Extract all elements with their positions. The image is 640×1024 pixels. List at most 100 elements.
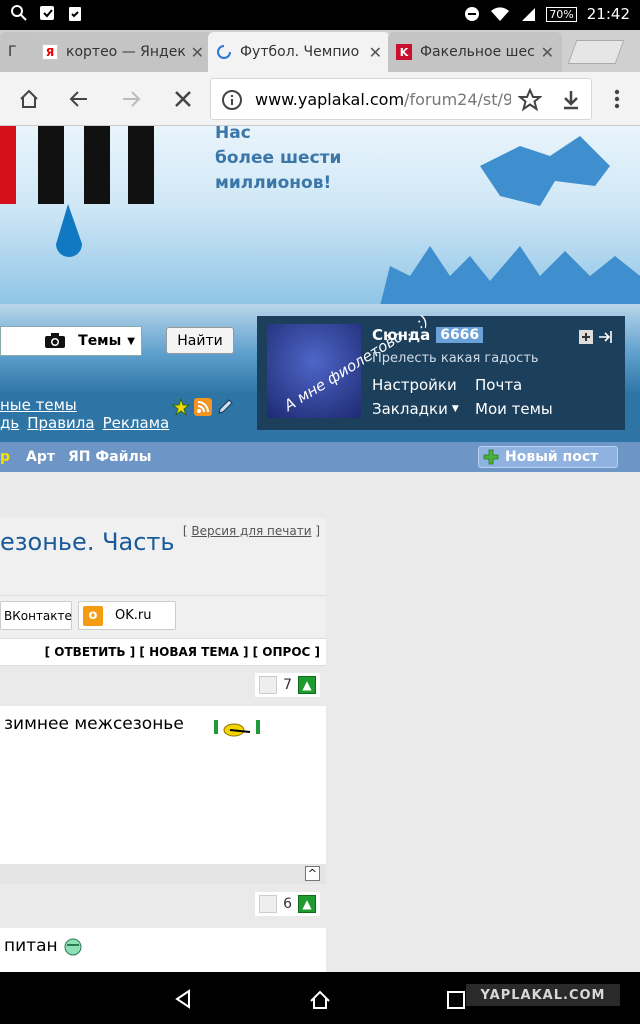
menu-button[interactable]	[600, 82, 634, 116]
site-favicon-icon: K	[396, 44, 412, 60]
yandex-favicon-icon: Я	[42, 44, 58, 60]
scroll-top-icon[interactable]: ^	[304, 866, 320, 881]
tab-torch[interactable]: K Факельное шест ✕	[388, 32, 562, 72]
dropdown-arrow-icon: ▼	[127, 335, 135, 347]
star-icon[interactable]	[172, 398, 190, 416]
site-nav-bar: р Арт ЯП Файлы Новый пост	[0, 442, 640, 472]
url-path: /forum24/st/90	[404, 90, 511, 109]
home-circle-icon[interactable]	[308, 988, 332, 1012]
nav-item-art[interactable]: Арт	[26, 449, 55, 465]
post-body: зимнее межсезонье	[0, 706, 326, 864]
new-topics-link[interactable]: ные темы	[0, 396, 77, 414]
post-text: зимнее межсезонье	[4, 714, 184, 734]
share-vk-button[interactable]: ВКонтакте	[0, 601, 72, 630]
clock: 21:42	[586, 5, 630, 23]
address-bar[interactable]: www.yaplakal.com/forum24/st/90	[210, 78, 592, 120]
user-status: Прелесть какая гадость	[372, 351, 539, 366]
site-banner: Нас более шести миллионов!	[0, 126, 640, 306]
print-version-label: Версия для печати	[191, 524, 312, 538]
share-ok-button[interactable]: о OK.ru	[78, 601, 176, 630]
yaplakal-logo[interactable]	[0, 126, 160, 276]
more-vert-icon	[614, 89, 620, 109]
tab-football-active[interactable]: Футбол. Чемпио ✕	[208, 32, 390, 72]
post-header: 7 ▲	[0, 666, 326, 706]
stop-loading-button[interactable]	[166, 82, 200, 116]
info-icon[interactable]	[221, 89, 243, 111]
new-post-button[interactable]: Новый пост	[478, 446, 618, 468]
bookmarks-label: Закладки	[372, 400, 448, 418]
topic-title: езонье. Часть	[0, 528, 175, 556]
back-button[interactable]	[62, 82, 96, 116]
print-version-link[interactable]: [ Версия для печати ]	[183, 524, 320, 538]
share-bar: ВКонтакте о OK.ru	[0, 596, 326, 638]
post-header: 6 ▲	[0, 884, 326, 928]
recents-square-icon[interactable]	[446, 990, 466, 1010]
forward-button[interactable]	[114, 82, 148, 116]
topic-action-links[interactable]: [ ОТВЕТИТЬ ] [ НОВАЯ ТЕМА ] [ ОПРОС ]	[45, 645, 320, 659]
bookmarks-menu[interactable]: Закладки ▼	[372, 400, 459, 418]
back-triangle-icon[interactable]	[172, 988, 194, 1010]
home-button[interactable]	[12, 82, 46, 116]
vote-count: 7	[283, 677, 292, 693]
wifi-icon	[491, 7, 510, 21]
mail-link[interactable]: Почта	[475, 376, 522, 394]
downvote-button[interactable]	[259, 895, 278, 913]
do-not-disturb-icon	[465, 7, 480, 21]
ads-link[interactable]: Реклама	[103, 414, 170, 432]
tagline-line: Нас	[215, 126, 251, 143]
header-link[interactable]: дь	[0, 414, 19, 432]
avatar[interactable]: А мне фиолетово... :)	[267, 311, 432, 418]
search-icon	[11, 5, 27, 21]
header-icons	[172, 398, 234, 416]
search-scope-select[interactable]: Темы	[78, 333, 121, 349]
tab-yandex[interactable]: Я кортео — Яндекс ✕	[34, 32, 212, 72]
battery-indicator: 70%	[546, 6, 577, 22]
android-navigation-bar: YAPLAKAL.COM	[0, 972, 640, 1024]
close-tab-icon[interactable]: ✕	[191, 43, 204, 62]
topic-header: [ Версия для печати ] езонье. Часть	[0, 518, 326, 596]
rss-icon[interactable]	[194, 398, 212, 416]
site-header: Темы ▼ Найти ные темы дь Правила Реклама…	[0, 304, 640, 442]
my-topics-link[interactable]: Мои темы	[475, 400, 553, 418]
new-tab-button[interactable]	[567, 40, 625, 64]
smiley-icon	[214, 720, 260, 737]
user-info: Сюнда 6666	[372, 326, 484, 344]
nav-item[interactable]: р	[0, 449, 10, 465]
username[interactable]: Сюнда	[372, 326, 430, 344]
search-box[interactable]: Темы ▼	[0, 326, 142, 356]
tab-title: Факельное шест	[420, 44, 535, 60]
upvote-button[interactable]: ▲	[298, 895, 316, 913]
browser-tab-strip: Г Я кортео — Яндекс ✕ Футбол. Чемпио ✕ K…	[0, 30, 640, 72]
rules-link[interactable]: Правила	[27, 414, 94, 432]
new-post-label: Новый пост	[505, 449, 599, 465]
browser-toolbar: www.yaplakal.com/forum24/st/90	[0, 72, 640, 126]
vote-widget: 7 ▲	[255, 673, 320, 697]
close-tab-icon[interactable]: ✕	[369, 43, 382, 62]
web-page: Нас более шести миллионов! Темы ▼ Найти …	[0, 126, 640, 972]
camera-icon[interactable]	[44, 333, 66, 349]
bookmark-star-icon[interactable]	[518, 88, 542, 112]
upvote-button[interactable]: ▲	[298, 676, 316, 694]
plus-icon[interactable]	[579, 330, 593, 344]
user-panel-icons	[579, 330, 613, 344]
close-tab-icon[interactable]: ✕	[541, 43, 554, 62]
arrow-right-icon	[123, 91, 141, 107]
logout-icon[interactable]	[597, 330, 613, 344]
search-button[interactable]: Найти	[166, 327, 234, 354]
pencil-icon[interactable]	[216, 398, 234, 416]
downvote-button[interactable]	[259, 676, 278, 694]
tagline-line: миллионов!	[215, 173, 332, 193]
nav-item-files[interactable]: ЯП Файлы	[68, 449, 151, 465]
banner-tagline: Нас более шести миллионов!	[215, 126, 341, 196]
settings-link[interactable]: Настройки	[372, 376, 457, 394]
download-icon[interactable]	[559, 88, 583, 112]
vote-count: 6	[283, 896, 292, 912]
vote-widget: 6 ▲	[255, 892, 320, 916]
topic-panel: [ Версия для печати ] езонье. Часть ВКон…	[0, 518, 326, 972]
user-rating-badge: 6666	[436, 327, 484, 343]
yaplakal-watermark: YAPLAKAL.COM	[466, 984, 620, 1006]
dropdown-arrow-icon: ▼	[451, 404, 459, 414]
plus-icon	[483, 449, 499, 465]
post-footer: ^	[0, 864, 326, 884]
url-text[interactable]: www.yaplakal.com/forum24/st/90	[255, 90, 511, 109]
